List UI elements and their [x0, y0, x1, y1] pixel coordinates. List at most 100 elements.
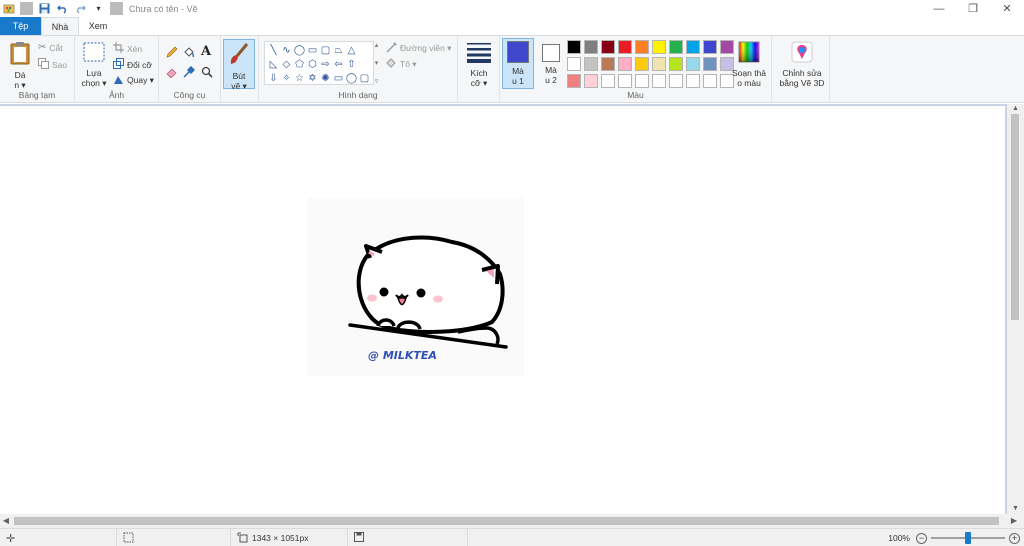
shape-option-icon[interactable]: ⬡ [306, 57, 319, 71]
redo-icon[interactable] [74, 2, 87, 15]
shape-option-icon[interactable]: ∿ [280, 43, 293, 57]
shape-option-icon[interactable]: ✧ [280, 71, 293, 85]
shape-option-icon[interactable]: ⇦ [332, 57, 345, 71]
select-button[interactable]: Lựa chọn ▾ [79, 41, 109, 88]
color-swatch[interactable] [584, 74, 598, 88]
shape-option-icon[interactable]: ◯ [345, 71, 358, 85]
size-button[interactable]: Kích cỡ ▾ [462, 41, 496, 88]
edit-colors-button[interactable]: Soạn thả o màu [728, 41, 770, 88]
copy-button[interactable]: Sao [38, 58, 67, 71]
zoom-in-icon[interactable]: + [1009, 532, 1020, 544]
color-swatch[interactable] [618, 40, 632, 54]
scroll-up-icon[interactable]: ▴ [375, 41, 379, 49]
color-swatch[interactable] [669, 74, 683, 88]
color-swatch[interactable] [635, 74, 649, 88]
color-swatch[interactable] [601, 74, 615, 88]
fill-button[interactable]: Tô ▾ [386, 58, 417, 71]
shape-option-icon[interactable]: ▭ [306, 43, 319, 57]
color-swatch[interactable] [584, 40, 598, 54]
color-swatch[interactable] [686, 57, 700, 71]
color-swatch[interactable] [703, 74, 717, 88]
pencil-icon[interactable] [166, 46, 178, 58]
drawing-canvas[interactable]: @ MILKTEA [0, 106, 1005, 514]
fill-bucket-icon[interactable] [183, 46, 195, 58]
color-swatch[interactable] [635, 40, 649, 54]
color-swatch[interactable] [567, 57, 581, 71]
crop-button[interactable]: Xén [113, 42, 142, 55]
scroll-down-arrow-icon[interactable]: ▼ [1007, 504, 1024, 514]
shape-option-icon[interactable]: ▭ [332, 71, 345, 85]
color-swatch[interactable] [686, 74, 700, 88]
color1-button[interactable]: Mà u 1 [502, 38, 534, 89]
zoom-slider-thumb[interactable] [965, 532, 971, 544]
shape-option-icon[interactable]: ⇩ [267, 71, 280, 85]
shapes-scroll[interactable]: ▴ ▾ ▿ [372, 41, 381, 85]
text-tool-icon[interactable]: A [201, 44, 211, 59]
shape-option-icon[interactable]: ☆ [293, 71, 306, 85]
color-swatch[interactable] [584, 57, 598, 71]
shape-option-icon[interactable]: ✺ [319, 71, 332, 85]
shape-option-icon[interactable]: △ [345, 43, 358, 57]
scroll-down-icon[interactable]: ▾ [375, 59, 379, 67]
color-swatch[interactable] [618, 74, 632, 88]
magnifier-icon[interactable] [201, 66, 213, 78]
shape-option-icon[interactable]: ◯ [293, 43, 306, 57]
shape-option-icon[interactable]: ◇ [280, 57, 293, 71]
paste-button[interactable]: Dá n ▾ [6, 41, 34, 90]
shape-option-icon[interactable]: ✡ [306, 71, 319, 85]
horizontal-scroll-thumb[interactable] [14, 517, 999, 525]
color-swatch[interactable] [686, 40, 700, 54]
shape-option-icon[interactable]: ◺ [267, 57, 280, 71]
color-swatch[interactable] [669, 57, 683, 71]
shape-option-icon[interactable]: ▢ [358, 71, 371, 85]
color-swatch[interactable] [567, 74, 581, 88]
shape-option-icon[interactable]: ╲ [267, 43, 280, 57]
shape-option-icon[interactable]: ⏢ [332, 43, 345, 57]
eraser-icon[interactable] [166, 66, 178, 78]
close-button[interactable]: ✕ [990, 0, 1024, 17]
shape-option-icon[interactable]: ⇧ [345, 57, 358, 71]
color-swatch[interactable] [601, 57, 615, 71]
resize-button[interactable]: Đổi cỡ [113, 58, 152, 71]
color-swatch[interactable] [567, 40, 581, 54]
color2-button[interactable]: Mà u 2 [536, 38, 566, 89]
scroll-up-arrow-icon[interactable]: ▲ [1007, 104, 1024, 114]
tab-home[interactable]: Nhà [41, 17, 79, 35]
shape-option-icon[interactable]: ▢ [319, 43, 332, 57]
vertical-scroll-thumb[interactable] [1011, 114, 1019, 320]
expand-gallery-icon[interactable]: ▿ [375, 77, 379, 85]
tab-file[interactable]: Tệp [0, 17, 41, 35]
restore-button[interactable]: ❐ [956, 0, 990, 17]
color-swatch[interactable] [652, 57, 666, 71]
shape-option-icon[interactable]: ⇨ [319, 57, 332, 71]
color-swatch[interactable] [652, 40, 666, 54]
horizontal-scrollbar[interactable]: ◀ ▶ [0, 514, 1024, 528]
customize-toolbar-dropdown-icon[interactable]: ▾ [92, 2, 105, 15]
color-picker-icon[interactable] [183, 66, 195, 78]
undo-icon[interactable] [56, 2, 69, 15]
scroll-right-arrow-icon[interactable]: ▶ [1008, 514, 1020, 528]
color-swatch[interactable] [669, 40, 683, 54]
color-swatch[interactable] [635, 57, 649, 71]
shape-option-icon[interactable] [358, 43, 371, 57]
shape-option-icon[interactable]: ⬠ [293, 57, 306, 71]
paint-app-icon[interactable] [2, 2, 15, 15]
zoom-slider[interactable] [931, 532, 1005, 544]
shape-option-icon[interactable] [358, 57, 371, 71]
color-swatch[interactable] [652, 74, 666, 88]
color-swatch[interactable] [703, 57, 717, 71]
color-swatch[interactable] [601, 40, 615, 54]
color-swatch[interactable] [703, 40, 717, 54]
tab-view[interactable]: Xem [79, 17, 117, 35]
cut-button[interactable]: ✂ Cắt [38, 42, 63, 53]
color-swatch[interactable] [618, 57, 632, 71]
rotate-button[interactable]: Quay ▾ [113, 74, 154, 87]
outline-button[interactable]: Đường viền ▾ [386, 42, 451, 55]
vertical-scrollbar[interactable]: ▲ ▼ [1007, 104, 1024, 514]
brushes-button[interactable]: Bút vẽ ▾ [223, 39, 255, 91]
edit-with-paint3d-button[interactable]: Chỉnh sửa bằng Vẽ 3D [775, 41, 829, 88]
minimize-button[interactable]: — [922, 0, 956, 17]
zoom-out-icon[interactable]: − [916, 532, 927, 544]
scroll-left-arrow-icon[interactable]: ◀ [0, 514, 12, 528]
save-icon[interactable] [38, 2, 51, 15]
